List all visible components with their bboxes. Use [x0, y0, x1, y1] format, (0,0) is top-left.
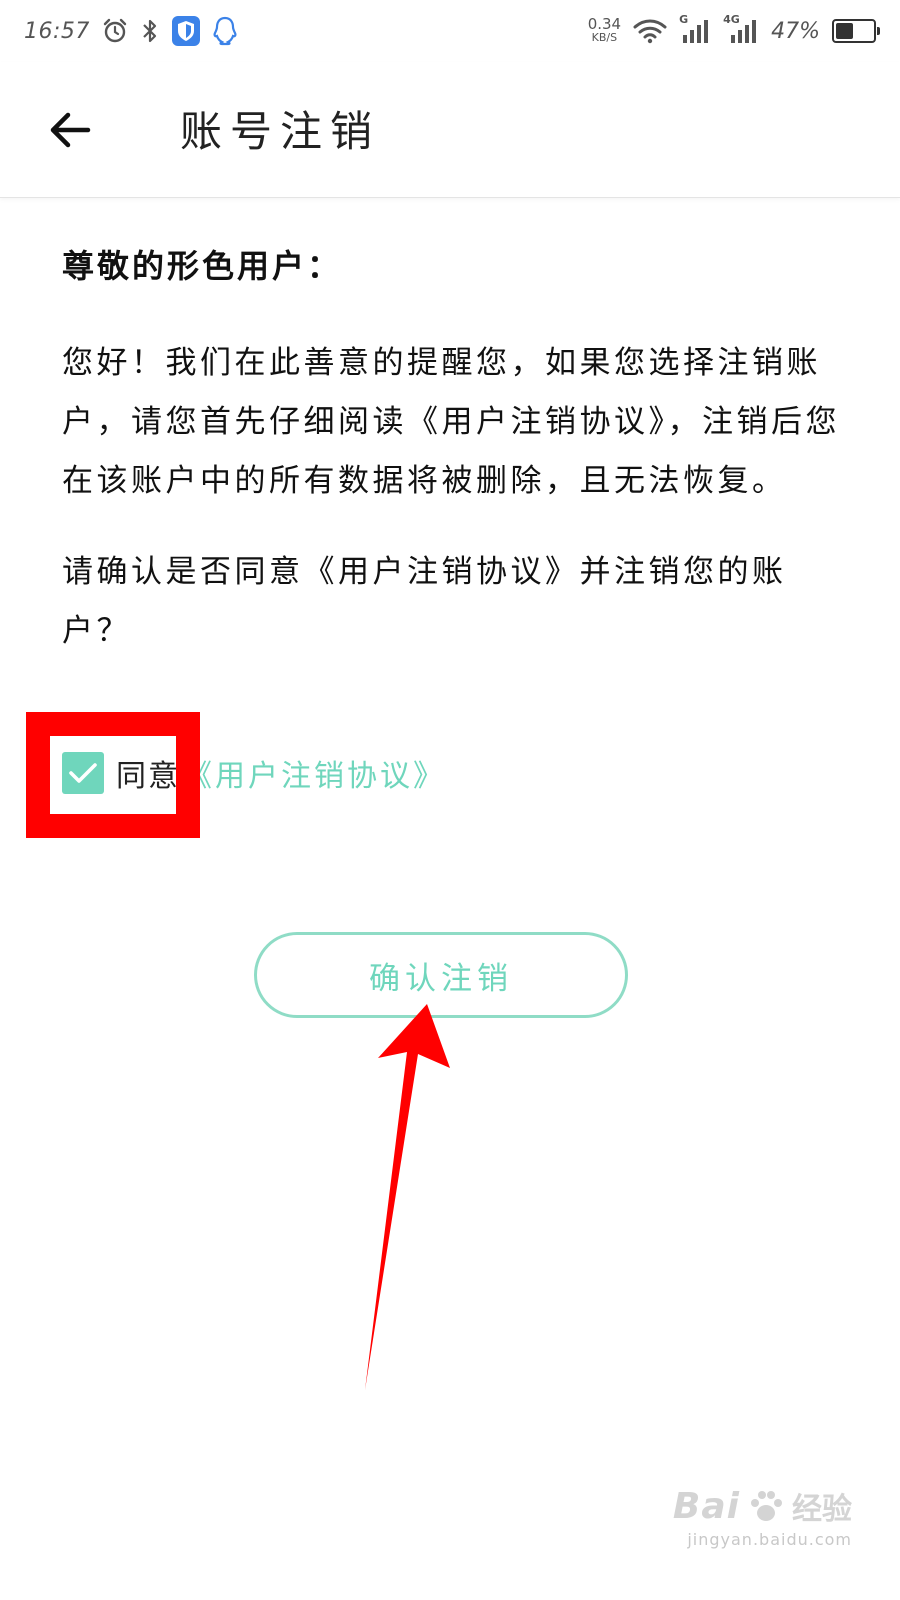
status-right: 0.34 KB/S G 4G 47%	[588, 13, 880, 45]
watermark-url: jingyan.baidu.com	[687, 1530, 852, 1549]
sim2-tag: 4G	[723, 13, 740, 26]
screen: 16:57 0.34 KB/S G 4G 47% 账号注销 尊敬的形色用户： 您…	[0, 0, 900, 1600]
greeting: 尊敬的形色用户：	[62, 247, 343, 285]
battery-icon	[832, 19, 880, 43]
check-icon	[69, 763, 97, 783]
status-bar: 16:57 0.34 KB/S G 4G 47%	[0, 0, 900, 62]
watermark-brand: Bai	[672, 1485, 740, 1527]
net-speed-value: 0.34	[587, 15, 622, 33]
status-time: 16:57	[24, 18, 90, 44]
qq-icon	[212, 16, 238, 46]
paw-icon	[751, 1491, 782, 1521]
sim1-tag: G	[679, 13, 689, 26]
page-title: 账号注销	[180, 107, 381, 156]
net-speed-unit: KB/S	[591, 31, 618, 44]
confirm-question: 请确认是否同意《用户注销协议》并注销您的账户？	[62, 554, 787, 649]
watermark-brand-suffix: 经验	[792, 1492, 852, 1527]
watermark: Bai 经验 jingyan.baidu.com	[673, 1484, 852, 1550]
agreement-link[interactable]: 《用户注销协议》	[182, 751, 446, 795]
watermark-logo: Bai 经验	[673, 1484, 852, 1528]
bluetooth-icon	[140, 18, 160, 44]
battery-percent: 47%	[771, 18, 820, 44]
app-bar: 账号注销	[0, 62, 900, 198]
shield-icon	[171, 16, 200, 46]
battery-fill	[836, 23, 853, 39]
agree-label: 同意	[116, 759, 180, 794]
back-button[interactable]	[40, 100, 100, 160]
arrow-left-icon	[50, 112, 91, 148]
alarm-icon	[102, 18, 128, 44]
wifi-icon	[633, 18, 667, 44]
agree-checkbox[interactable]	[62, 752, 104, 794]
agreement-row: 同意 《用户注销协议》	[62, 748, 446, 798]
signal-sim1: G	[679, 13, 711, 45]
status-left: 16:57	[24, 16, 238, 46]
content: 尊敬的形色用户： 您好！我们在此善意的提醒您，如果您选择注销账户，请您首先仔细阅…	[62, 238, 842, 661]
signal-sim2: 4G	[723, 13, 759, 45]
warning-paragraph: 您好！我们在此善意的提醒您，如果您选择注销账户，请您首先仔细阅读《用户注销协议》…	[62, 345, 840, 499]
confirm-deactivate-button[interactable]: 确认注销	[254, 932, 628, 1018]
net-speed: 0.34 KB/S	[588, 17, 621, 45]
